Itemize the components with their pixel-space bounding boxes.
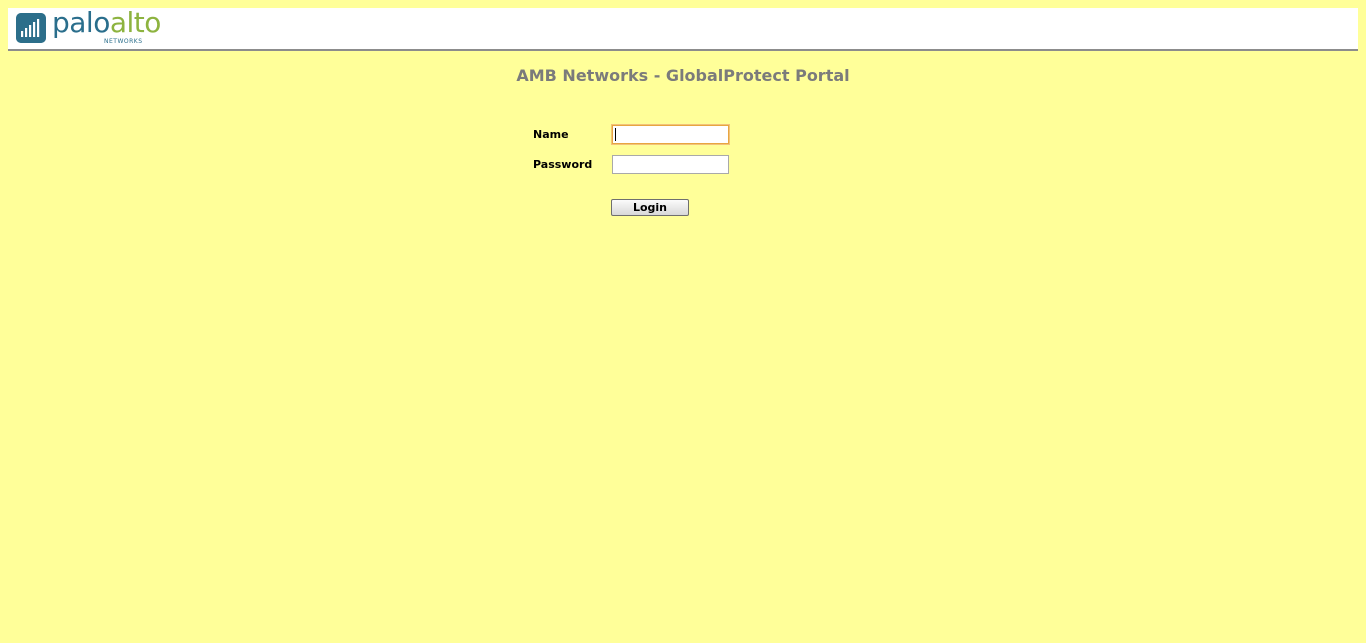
page-title: AMB Networks - GlobalProtect Portal (516, 66, 850, 85)
login-button[interactable]: Login (611, 199, 689, 216)
brand-secondary-text: alto (109, 6, 162, 39)
password-input[interactable] (612, 155, 729, 174)
name-input[interactable] (612, 125, 729, 144)
brand-wordmark: paloalto (52, 6, 161, 40)
brand-primary-text: palo (52, 6, 110, 39)
password-label: Password (533, 158, 593, 171)
brand-logo: paloalto NETWORKS (16, 6, 161, 46)
login-page: paloalto NETWORKS AMB Networks - GlobalP… (0, 0, 1366, 643)
header-bar: paloalto NETWORKS (8, 6, 1358, 51)
text-caret (615, 128, 616, 141)
palo-alto-networks-logo-icon (16, 13, 46, 43)
brand-sub-text: NETWORKS (104, 38, 143, 45)
name-label: Name (533, 128, 569, 141)
